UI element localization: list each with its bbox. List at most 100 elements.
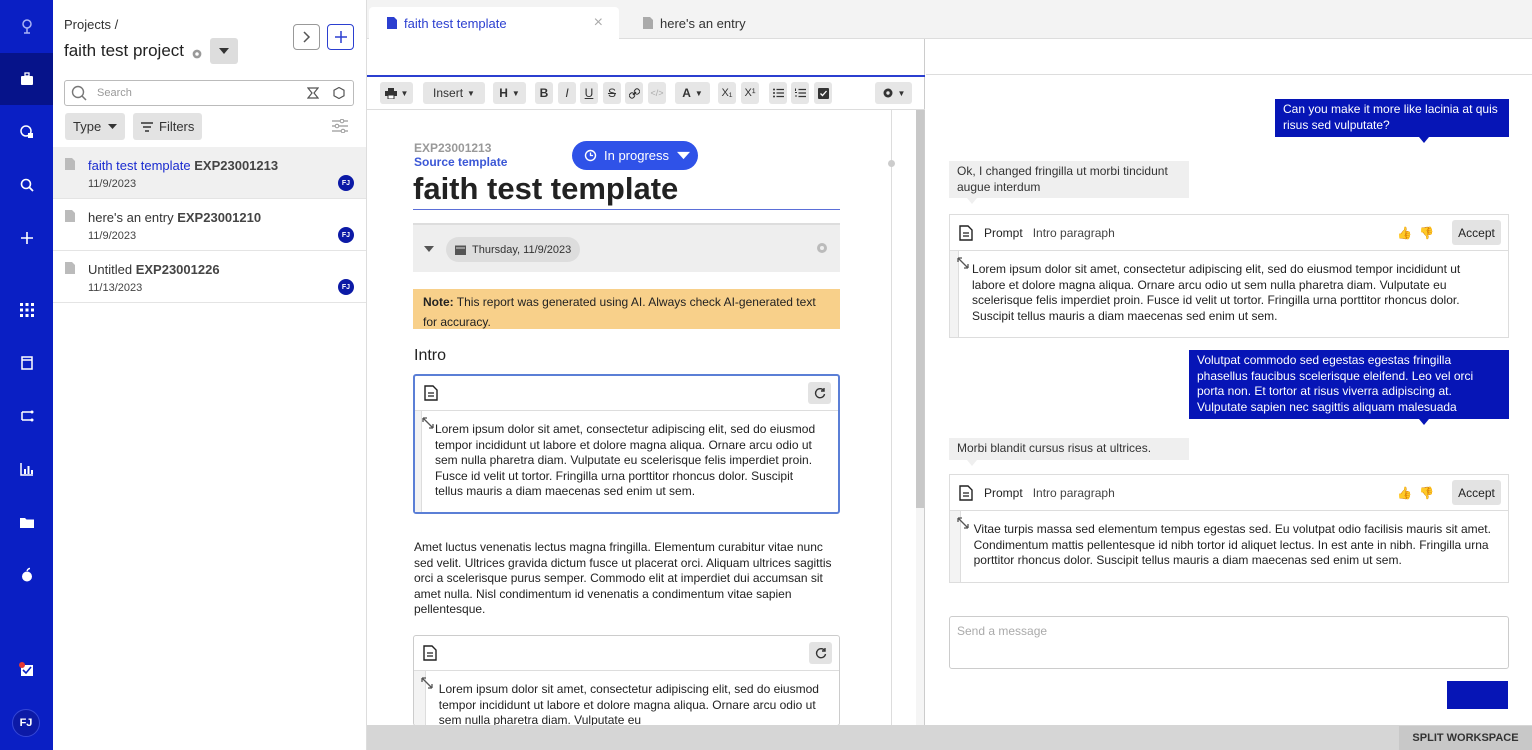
- thumbs-down-icon[interactable]: 👎: [1419, 226, 1434, 240]
- gear-icon[interactable]: [816, 242, 828, 254]
- ai-note: Note: This report was generated using AI…: [413, 289, 840, 329]
- message-input[interactable]: Send a message: [949, 616, 1509, 669]
- plus-icon[interactable]: [0, 212, 53, 264]
- search-icon[interactable]: [0, 159, 53, 211]
- search-input[interactable]: Search: [97, 87, 307, 99]
- document-icon: [423, 645, 437, 661]
- document-icon: [65, 262, 75, 274]
- thumbs-up-icon[interactable]: 👍: [1397, 226, 1412, 240]
- send-button[interactable]: [1447, 681, 1508, 709]
- assistant-message: Morbi blandit cursus risus at ultrices.: [949, 438, 1189, 466]
- inbox-icon[interactable]: [0, 644, 53, 696]
- close-icon[interactable]: ×: [594, 14, 603, 32]
- caret-down-icon: [677, 151, 691, 160]
- tab-faith-test-template[interactable]: faith test template ×: [369, 7, 619, 39]
- font-color-menu[interactable]: A ▼: [675, 82, 710, 104]
- chart-icon[interactable]: [0, 443, 53, 495]
- transfer-icon[interactable]: [0, 390, 53, 442]
- entry-date: 11/9/2023: [88, 178, 137, 190]
- briefcase-icon[interactable]: [0, 53, 53, 105]
- caret-down-icon[interactable]: [424, 246, 434, 252]
- bullet-list-icon: [772, 88, 784, 98]
- suggestion-card-header: Prompt Intro paragraph 👍 👎 Accept: [950, 215, 1508, 251]
- status-badge[interactable]: In progress: [572, 141, 698, 170]
- grid-icon[interactable]: [0, 284, 53, 336]
- suggestion-card-header: Prompt Intro paragraph 👍 👎 Accept: [950, 475, 1508, 511]
- suggestion-target: Intro paragraph: [1032, 485, 1115, 500]
- link-button[interactable]: [625, 82, 643, 104]
- apple-icon[interactable]: [0, 549, 53, 601]
- molecule-icon[interactable]: [333, 87, 345, 99]
- list-item[interactable]: Untitled EXP23001226 11/13/2023 FJ: [53, 251, 366, 303]
- italic-button[interactable]: I: [558, 82, 576, 104]
- tab-heres-an-entry[interactable]: here's an entry: [625, 7, 785, 39]
- editor-scrollbar-thumb[interactable]: [916, 110, 924, 508]
- expand-button[interactable]: [293, 24, 320, 50]
- document-title[interactable]: faith test template: [413, 171, 840, 210]
- notebook-icon[interactable]: [0, 337, 53, 389]
- superscript-button[interactable]: X¹: [741, 82, 759, 104]
- prompt-block-text[interactable]: Lorem ipsum dolor sit amet, consectetur …: [422, 411, 838, 512]
- accept-button[interactable]: Accept: [1452, 480, 1501, 505]
- breadcrumb[interactable]: Projects /: [64, 17, 118, 32]
- suggestion-gutter: [950, 511, 969, 582]
- source-template-link[interactable]: Source template: [414, 155, 507, 169]
- underline-button[interactable]: U: [580, 82, 598, 104]
- prompt-block[interactable]: Lorem ipsum dolor sit amet, consectetur …: [413, 635, 840, 726]
- prompt-block-header: [414, 636, 839, 671]
- subscript-button[interactable]: X₁: [718, 82, 736, 104]
- bold-button[interactable]: B: [535, 82, 553, 104]
- add-entry-button[interactable]: [327, 24, 354, 50]
- expand-icon[interactable]: [421, 677, 433, 689]
- comment-marker[interactable]: [888, 160, 895, 167]
- list-item[interactable]: here's an entry EXP23001210 11/9/2023 FJ: [53, 199, 366, 251]
- type-filter-button[interactable]: Type: [65, 113, 126, 140]
- filters-button[interactable]: Filters: [133, 113, 203, 140]
- list-item[interactable]: faith test template EXP23001213 11/9/202…: [53, 147, 366, 199]
- expand-icon[interactable]: [422, 417, 434, 429]
- bullet-list-button[interactable]: [769, 82, 787, 104]
- prompt-block-header: [415, 376, 838, 411]
- entry-list: faith test template EXP23001213 11/9/202…: [53, 147, 366, 303]
- code-button[interactable]: </>: [648, 82, 666, 104]
- regenerate-button[interactable]: [809, 642, 832, 664]
- gear-icon[interactable]: [190, 47, 204, 61]
- body-paragraph[interactable]: Amet luctus venenatis lectus magna fring…: [414, 540, 844, 618]
- project-dropdown-button[interactable]: [210, 38, 239, 64]
- workflow-icon[interactable]: [0, 106, 53, 158]
- search-icon: [71, 85, 87, 101]
- folder-icon[interactable]: [0, 496, 53, 548]
- date-chip[interactable]: Thursday, 11/9/2023: [446, 237, 581, 262]
- insert-menu[interactable]: Insert ▼: [423, 82, 485, 104]
- document-icon: [65, 158, 75, 170]
- expand-icon[interactable]: [957, 257, 969, 269]
- prompt-block[interactable]: Lorem ipsum dolor sit amet, consectetur …: [413, 374, 840, 514]
- checkbox-icon: [817, 87, 829, 99]
- numbered-list-button[interactable]: [791, 82, 809, 104]
- thumbs-down-icon[interactable]: 👎: [1419, 486, 1434, 500]
- heading-menu[interactable]: H ▼: [493, 82, 526, 104]
- thumbs-up-icon[interactable]: 👍: [1397, 486, 1412, 500]
- accept-button[interactable]: Accept: [1452, 220, 1501, 245]
- tab-label: here's an entry: [660, 15, 746, 31]
- structure-search-icon[interactable]: [307, 87, 319, 99]
- settings-menu[interactable]: ▼: [875, 82, 912, 104]
- strikethrough-button[interactable]: S: [603, 82, 621, 104]
- split-workspace-button[interactable]: SPLIT WORKSPACE: [1399, 726, 1532, 750]
- prompt-block-text[interactable]: Lorem ipsum dolor sit amet, consectetur …: [426, 671, 839, 725]
- search-box[interactable]: Search: [64, 80, 354, 106]
- entry-meta-bar: Thursday, 11/9/2023: [413, 223, 840, 272]
- sliders-icon[interactable]: [332, 119, 348, 133]
- tab-bar: faith test template × here's an entry: [367, 0, 1532, 39]
- avatar: FJ: [338, 175, 354, 191]
- expand-icon[interactable]: [957, 517, 969, 529]
- regenerate-button[interactable]: [808, 382, 831, 404]
- suggestion-target: Intro paragraph: [1032, 225, 1115, 240]
- logo-icon[interactable]: [0, 0, 53, 52]
- suggestion-card: Prompt Intro paragraph 👍 👎 Accept Vitae …: [949, 474, 1509, 583]
- filters-label: Filters: [159, 119, 195, 134]
- print-button[interactable]: ▼: [380, 82, 413, 104]
- suggestion-text: Vitae turpis massa sed elementum tempus …: [973, 522, 1491, 567]
- checklist-button[interactable]: [814, 82, 832, 104]
- user-avatar[interactable]: FJ: [12, 709, 40, 737]
